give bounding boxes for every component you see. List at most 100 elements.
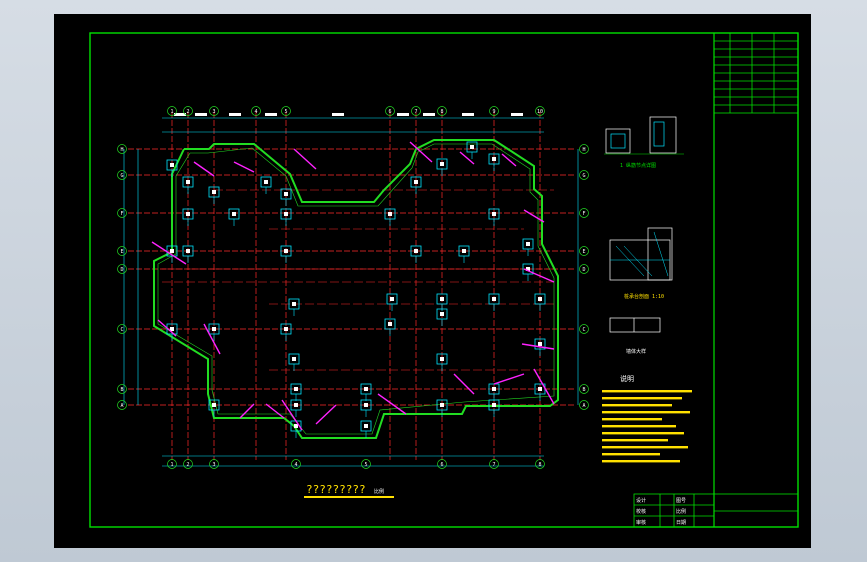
- pile-core: [538, 342, 542, 346]
- pile-core: [364, 424, 368, 428]
- pile-core: [186, 212, 190, 216]
- detail-2: 桩承台剖面 1:10: [609, 227, 673, 300]
- axis-bubble-right: C: [582, 327, 585, 333]
- pile-core: [440, 312, 444, 316]
- dimension-text: [332, 113, 344, 116]
- note-line: [602, 411, 690, 414]
- tie-beam: [453, 373, 475, 395]
- axis-bubble-left: A: [120, 403, 123, 409]
- note-line: [602, 397, 682, 400]
- drawing-canvas[interactable]: 设计 图号 校核 比例 审核 日期 1 2 3 4 5 6 7 8 9 10 1 2 3 4 5 6 7 8 H G F…: [54, 14, 811, 548]
- pile-core: [186, 180, 190, 184]
- axis-bubble-left: F: [120, 211, 123, 217]
- axis-bubble-top: 3: [212, 109, 215, 115]
- pile-core: [264, 180, 268, 184]
- pile-core: [212, 190, 216, 194]
- pile-core: [440, 403, 444, 407]
- tie-beam: [501, 153, 517, 167]
- title-row-2-label: 校核: [636, 508, 646, 515]
- axis-bubble-top: 4: [254, 109, 257, 115]
- note-line: [602, 446, 688, 449]
- pile-caps: [166, 141, 546, 438]
- axis-bubble-left: D: [120, 267, 123, 273]
- pile-core: [364, 387, 368, 391]
- axis-bubble-left: B: [120, 387, 123, 393]
- axis-bubble-bottom: 7: [492, 462, 495, 468]
- axis-bubble-top: 1: [170, 109, 173, 115]
- pile-core: [538, 387, 542, 391]
- dimension-text: [423, 113, 435, 116]
- title-block: 设计 图号 校核 比例 审核 日期: [633, 493, 799, 528]
- dimension-text: [265, 113, 277, 116]
- outer-wall: [153, 139, 559, 439]
- tie-beam: [193, 161, 215, 177]
- title-row-1-value: 图号: [676, 498, 686, 504]
- detail-1-label: 1 纵筋节点详图: [620, 162, 656, 169]
- pile-core: [284, 327, 288, 331]
- pile-core: [294, 387, 298, 391]
- dimension-text: [229, 113, 241, 116]
- axis-bubble-bottom: 1: [170, 462, 173, 468]
- drawing-svg: 设计 图号 校核 比例 审核 日期 1 2 3 4 5 6 7 8 9 10 1 2 3 4 5 6 7 8 H G F…: [89, 32, 799, 528]
- drawing-scale: 比例: [374, 488, 384, 495]
- axis-bubble-bottom: 3: [212, 462, 215, 468]
- pile-core: [292, 302, 296, 306]
- tie-beam: [233, 161, 255, 173]
- tie-beam: [409, 141, 433, 163]
- pile-core: [440, 297, 444, 301]
- axis-bubble-top: 7: [414, 109, 417, 115]
- pile-core: [492, 212, 496, 216]
- axis-bubble-right: B: [582, 387, 585, 393]
- tie-beam: [239, 403, 255, 419]
- note-line: [602, 460, 680, 463]
- axis-bubble-left: H: [120, 147, 123, 153]
- axis-bubble-bottom: 8: [538, 462, 541, 468]
- dimension-text: [195, 113, 207, 116]
- axis-bubble-bottom: 6: [440, 462, 443, 468]
- note-line: [602, 439, 668, 442]
- pile-core: [414, 180, 418, 184]
- note-line: [602, 404, 672, 407]
- pile-core: [212, 327, 216, 331]
- pile-core: [414, 249, 418, 253]
- note-line: [602, 432, 684, 435]
- axis-bubble-top: 2: [186, 109, 189, 115]
- axis-bubble-top: 5: [284, 109, 287, 115]
- pile-core: [284, 212, 288, 216]
- axis-bubble-bottom: 2: [186, 462, 189, 468]
- pile-core: [212, 403, 216, 407]
- note-line: [602, 418, 662, 421]
- tie-beam: [493, 373, 525, 385]
- axis-bubble-bottom: 4: [294, 462, 297, 468]
- tie-beam: [151, 241, 187, 265]
- tie-beam: [315, 404, 337, 425]
- pile-core: [294, 424, 298, 428]
- tie-beam: [523, 268, 555, 283]
- detail-3-label: 墙体大样: [626, 348, 646, 355]
- tie-beam: [377, 393, 407, 415]
- axis-bubble-left: E: [120, 249, 123, 255]
- axis-bubble-right: D: [582, 267, 585, 273]
- general-notes: 说明: [602, 374, 692, 463]
- axis-bubble-left: G: [120, 173, 123, 179]
- tie-beam: [293, 148, 317, 170]
- pile-core: [390, 297, 394, 301]
- axis-grid: [128, 112, 574, 460]
- detail-1: 1 纵筋节点详图: [604, 116, 684, 169]
- pile-core: [440, 357, 444, 361]
- axis-bubble-top: 8: [440, 109, 443, 115]
- axis-bubble-left: C: [120, 327, 123, 333]
- pile-core: [284, 192, 288, 196]
- pile-core: [388, 322, 392, 326]
- axis-bubble-top: 10: [537, 109, 543, 115]
- cad-viewport[interactable]: 设计 图号 校核 比例 审核 日期 1 2 3 4 5 6 7 8 9 10 1 2 3 4 5 6 7 8 H G F…: [0, 0, 867, 562]
- foundation-walls: [153, 139, 559, 439]
- drawing-title: ?????????: [306, 483, 366, 496]
- axis-bubble-right: F: [582, 211, 585, 217]
- pile-core: [470, 145, 474, 149]
- pile-core: [292, 357, 296, 361]
- pile-core: [492, 403, 496, 407]
- detail-3: 墙体大样: [609, 317, 661, 355]
- axis-bubble-right: E: [582, 249, 585, 255]
- pile-core: [492, 157, 496, 161]
